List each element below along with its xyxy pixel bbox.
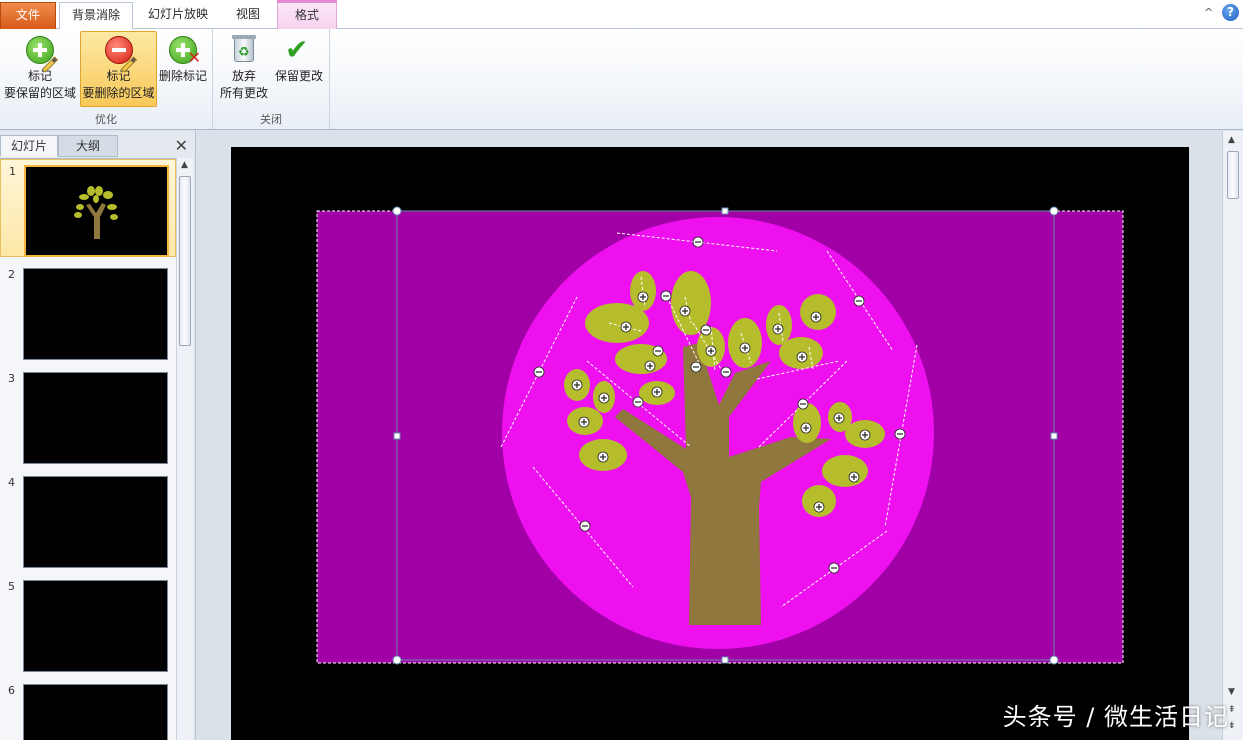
- slide-editor-area: [197, 131, 1222, 740]
- mark-keep-label-2: 要保留的区域: [3, 86, 76, 100]
- mark-remove-label-2: 要删除的区域: [82, 86, 155, 100]
- editor-scrollbar[interactable]: ▲ ▼ ⇞ ⇟: [1222, 131, 1243, 740]
- delete-mark-label: 删除标记: [158, 69, 207, 83]
- slide-number: 5: [8, 580, 15, 593]
- tree-thumbnail-image: [74, 186, 118, 239]
- slide-thumb-row[interactable]: 5: [0, 575, 176, 673]
- group-close: ♻ 放弃 所有更改 ✔ 保留更改 关闭: [213, 29, 330, 129]
- ribbon: 标记 要保留的区域 标记 要删除的区域 ✕ 删除标记 优化 ♻ 放弃 所有更改: [0, 29, 1243, 130]
- next-slide-icon[interactable]: ⇟: [1228, 721, 1236, 731]
- mark-keep-button[interactable]: 标记 要保留的区域: [2, 31, 78, 107]
- slide-thumb-row[interactable]: 1: [0, 159, 176, 257]
- group-close-label: 关闭: [260, 113, 282, 126]
- slide-thumbnail[interactable]: [23, 580, 168, 672]
- mark-remove-label-1: 标记: [106, 69, 131, 83]
- help-icon[interactable]: ?: [1222, 4, 1239, 21]
- slide-number: 1: [9, 165, 16, 178]
- group-refine: 标记 要保留的区域 标记 要删除的区域 ✕ 删除标记 优化: [0, 29, 213, 129]
- slides-panel: 幻灯片 大纲 ✕ 1 2 3 4 5 6 ▲: [0, 131, 196, 740]
- slide-number: 2: [8, 268, 15, 281]
- close-panel-icon[interactable]: ✕: [175, 138, 188, 154]
- tab-outline[interactable]: 大纲: [58, 135, 118, 157]
- slide-thumbnail[interactable]: [23, 684, 168, 740]
- slide-number: 4: [8, 476, 15, 489]
- scrollbar-thumb[interactable]: [179, 176, 191, 346]
- scrollbar-thumb[interactable]: [1227, 151, 1239, 199]
- slide-thumbnails: 1 2 3 4 5 6: [0, 158, 176, 740]
- ribbon-tab-bar: 文件 背景消除 幻灯片放映 视图 格式 ^ ?: [0, 0, 1243, 30]
- keep-changes-label: 保留更改: [274, 69, 323, 83]
- tab-view[interactable]: 视图: [224, 2, 272, 29]
- slide-thumbnail[interactable]: [23, 372, 168, 464]
- slide-thumb-row[interactable]: 2: [0, 263, 176, 361]
- discard-label-1: 放弃: [231, 69, 256, 83]
- scroll-up-arrow-icon[interactable]: ▲: [1228, 135, 1235, 145]
- mark-remove-button[interactable]: 标记 要删除的区域: [80, 31, 157, 107]
- slide-thumbnail[interactable]: [23, 476, 168, 568]
- slide-thumb-row[interactable]: 3: [0, 367, 176, 465]
- mark-remove-icon: [103, 34, 137, 73]
- discard-all-changes-button[interactable]: ♻ 放弃 所有更改: [218, 31, 270, 107]
- slide-thumb-row[interactable]: 4: [0, 471, 176, 569]
- tab-format[interactable]: 格式: [277, 0, 337, 29]
- mark-keep-icon: [24, 34, 59, 73]
- tab-background-removal[interactable]: 背景消除: [59, 2, 133, 30]
- panel-tabs: 幻灯片 大纲 ✕: [0, 135, 196, 157]
- tab-file[interactable]: 文件: [0, 2, 56, 29]
- mark-keep-label-1: 标记: [27, 69, 52, 83]
- recycle-bin-icon: ♻: [228, 34, 260, 66]
- tab-slideshow[interactable]: 幻灯片放映: [140, 2, 216, 29]
- slide-thumbnail[interactable]: [24, 165, 169, 257]
- previous-slide-icon[interactable]: ⇞: [1228, 705, 1236, 715]
- delete-mark-icon: ✕: [167, 34, 201, 66]
- scroll-down-arrow-icon[interactable]: ▼: [1228, 687, 1235, 697]
- slide-canvas[interactable]: [231, 147, 1189, 740]
- keep-changes-button[interactable]: ✔ 保留更改: [271, 31, 327, 107]
- slide-number: 3: [8, 372, 15, 385]
- delete-mark-button[interactable]: ✕ 删除标记: [157, 31, 209, 107]
- group-refine-label: 优化: [95, 113, 117, 126]
- picture-with-background-removal[interactable]: [231, 147, 1189, 740]
- watermark-text: 头条号 / 微生活日记: [1002, 703, 1229, 731]
- slide-thumb-row[interactable]: 6: [0, 679, 176, 740]
- scroll-up-arrow-icon[interactable]: ▲: [181, 160, 188, 170]
- thumbnails-scrollbar[interactable]: ▲: [176, 158, 193, 740]
- tab-slides[interactable]: 幻灯片: [0, 135, 58, 157]
- discard-label-2: 所有更改: [219, 86, 268, 100]
- slide-thumbnail[interactable]: [23, 268, 168, 360]
- minimize-ribbon-icon[interactable]: ^: [1204, 7, 1214, 18]
- checkmark-icon: ✔: [285, 33, 309, 66]
- slide-number: 6: [8, 684, 15, 697]
- window-controls: ^ ?: [1204, 4, 1239, 21]
